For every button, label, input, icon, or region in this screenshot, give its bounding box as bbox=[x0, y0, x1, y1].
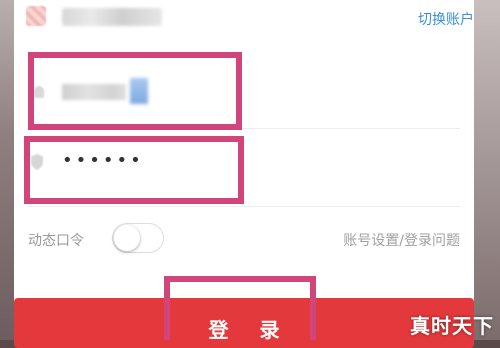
dynamic-password-label: 动态口令 bbox=[28, 233, 84, 249]
avatar bbox=[26, 6, 46, 26]
toggle-knob bbox=[114, 225, 140, 251]
account-name-blurred bbox=[62, 8, 162, 26]
background-left-edge bbox=[0, 0, 14, 340]
field-divider bbox=[28, 206, 460, 207]
account-settings-help-link[interactable]: 账号设置/登录问题 bbox=[343, 230, 460, 250]
annotation-box-password bbox=[24, 136, 244, 204]
watermark: 真时天下 bbox=[410, 314, 494, 338]
annotation-box-login bbox=[164, 276, 316, 340]
background-right-edge bbox=[474, 0, 500, 340]
dynamic-password-toggle[interactable] bbox=[112, 223, 164, 253]
annotation-box-username bbox=[28, 52, 242, 130]
switch-account-link[interactable]: 切换账户 bbox=[418, 9, 474, 29]
